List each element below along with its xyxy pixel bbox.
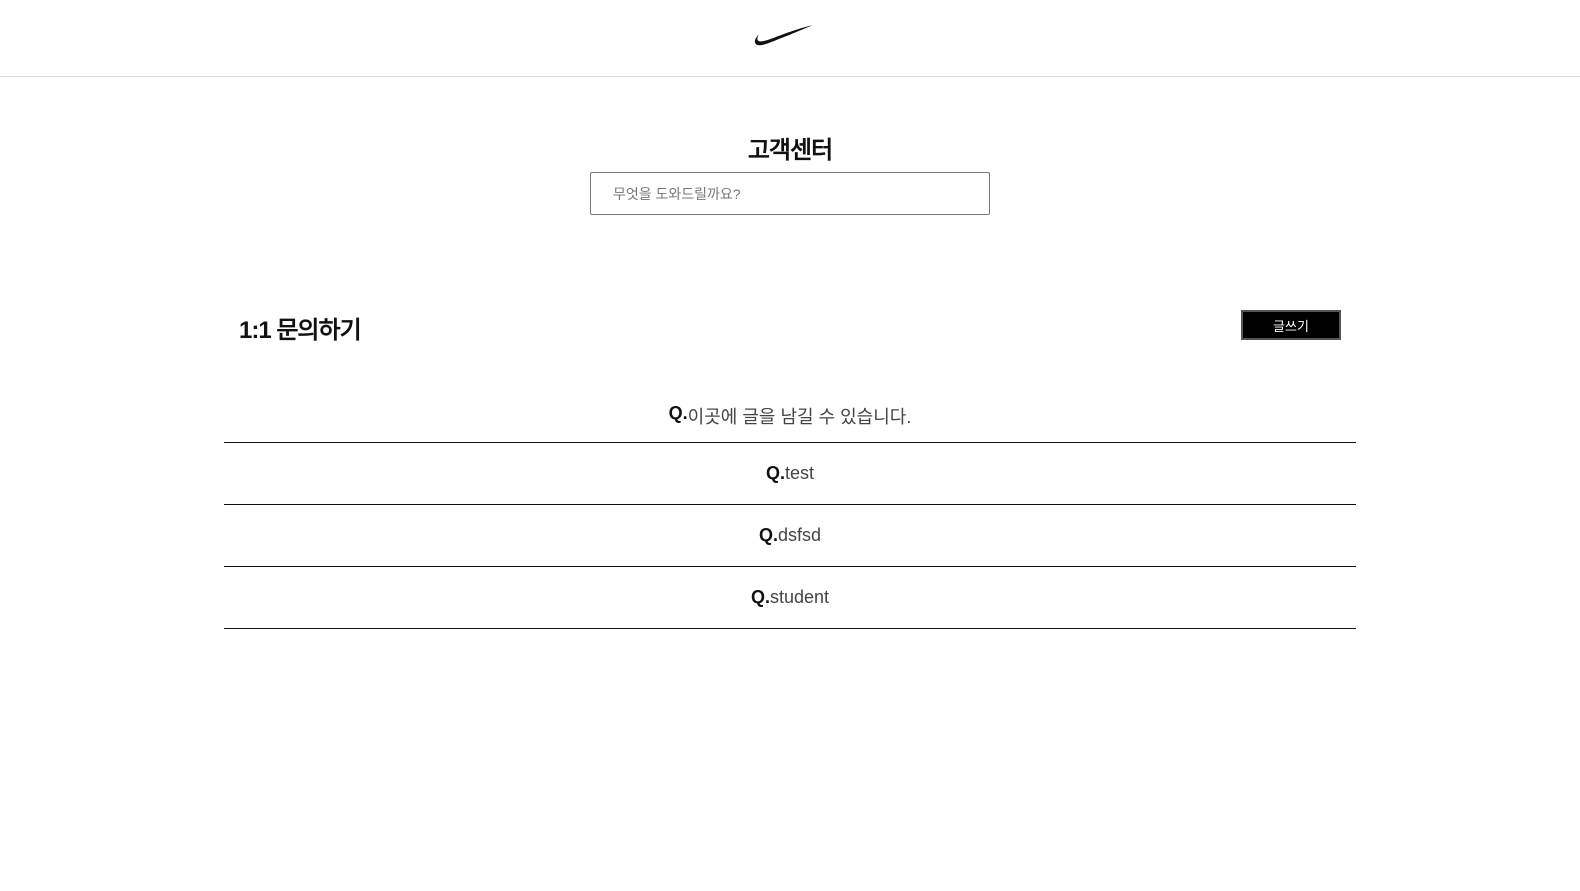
question-prefix: Q. [668, 403, 688, 423]
section-title: 1:1 문의하기 [239, 317, 362, 344]
search-input[interactable] [590, 172, 990, 215]
question-text: dsfsd [777, 525, 822, 545]
list-item[interactable]: Q. 이곳에 글을 남길 수 있습니다. [224, 395, 1356, 443]
list-item[interactable]: Q. dsfsd [224, 505, 1356, 567]
question-text: test [785, 463, 815, 483]
write-button[interactable]: 글쓰기 [1241, 310, 1341, 340]
site-header [0, 0, 1580, 77]
inquiry-list: Q. 이곳에 글을 남길 수 있습니다. Q. test Q. dsfsd Q. stu… [224, 395, 1356, 629]
list-item[interactable]: Q. test [224, 443, 1356, 505]
swoosh-logo[interactable] [754, 22, 814, 50]
question-text: 이곳에 글을 남길 수 있습니다. [687, 407, 912, 427]
page-title: 고객센터 [747, 137, 833, 164]
list-item[interactable]: Q. student [224, 567, 1356, 629]
question-prefix: Q. [765, 463, 785, 483]
question-prefix: Q. [758, 525, 778, 545]
question-text: student [769, 587, 830, 607]
question-prefix: Q. [750, 587, 770, 607]
